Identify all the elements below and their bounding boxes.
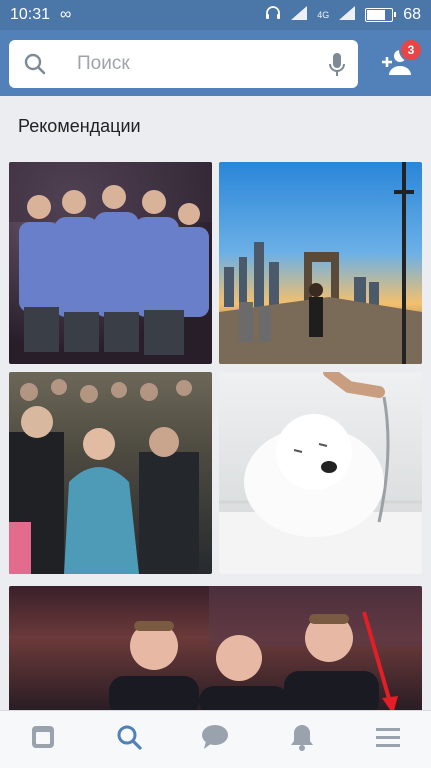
notifications-icon [290, 723, 314, 756]
section-title: Рекомендации [18, 116, 141, 136]
photo-bridge-sunset[interactable] [219, 162, 422, 364]
nav-notifications[interactable] [277, 720, 327, 760]
headphones-icon [265, 5, 281, 26]
search-icon [115, 723, 143, 756]
microphone-icon[interactable] [328, 52, 346, 83]
battery-icon [365, 8, 397, 22]
signal-icon-2 [339, 5, 356, 25]
messages-icon [201, 724, 229, 755]
signal-icon [291, 5, 308, 25]
status-time: 10:31 [10, 6, 51, 23]
bottom-navigation [0, 710, 431, 768]
search-bar[interactable] [9, 40, 358, 88]
infinity-icon: ∞ [60, 6, 72, 23]
app-header [0, 30, 431, 96]
search-input[interactable] [75, 52, 309, 76]
friend-requests-badge: 3 [399, 38, 423, 62]
nav-search[interactable] [104, 720, 154, 760]
nav-news[interactable] [18, 720, 68, 760]
status-bar: 10:31 ∞ 4G 68 [0, 0, 431, 30]
nav-messages[interactable] [190, 720, 240, 760]
battery-percent: 68 [403, 6, 421, 23]
news-icon [30, 724, 56, 755]
red-arrow-annotation [360, 610, 400, 725]
photo-puppy-bathtub[interactable] [219, 372, 422, 574]
menu-icon [375, 726, 401, 753]
photo-football-team[interactable] [9, 162, 212, 364]
search-icon [23, 52, 57, 76]
network-type: 4G [317, 10, 330, 20]
photo-ceremony-audience[interactable] [9, 372, 212, 574]
nav-menu[interactable] [363, 720, 413, 760]
